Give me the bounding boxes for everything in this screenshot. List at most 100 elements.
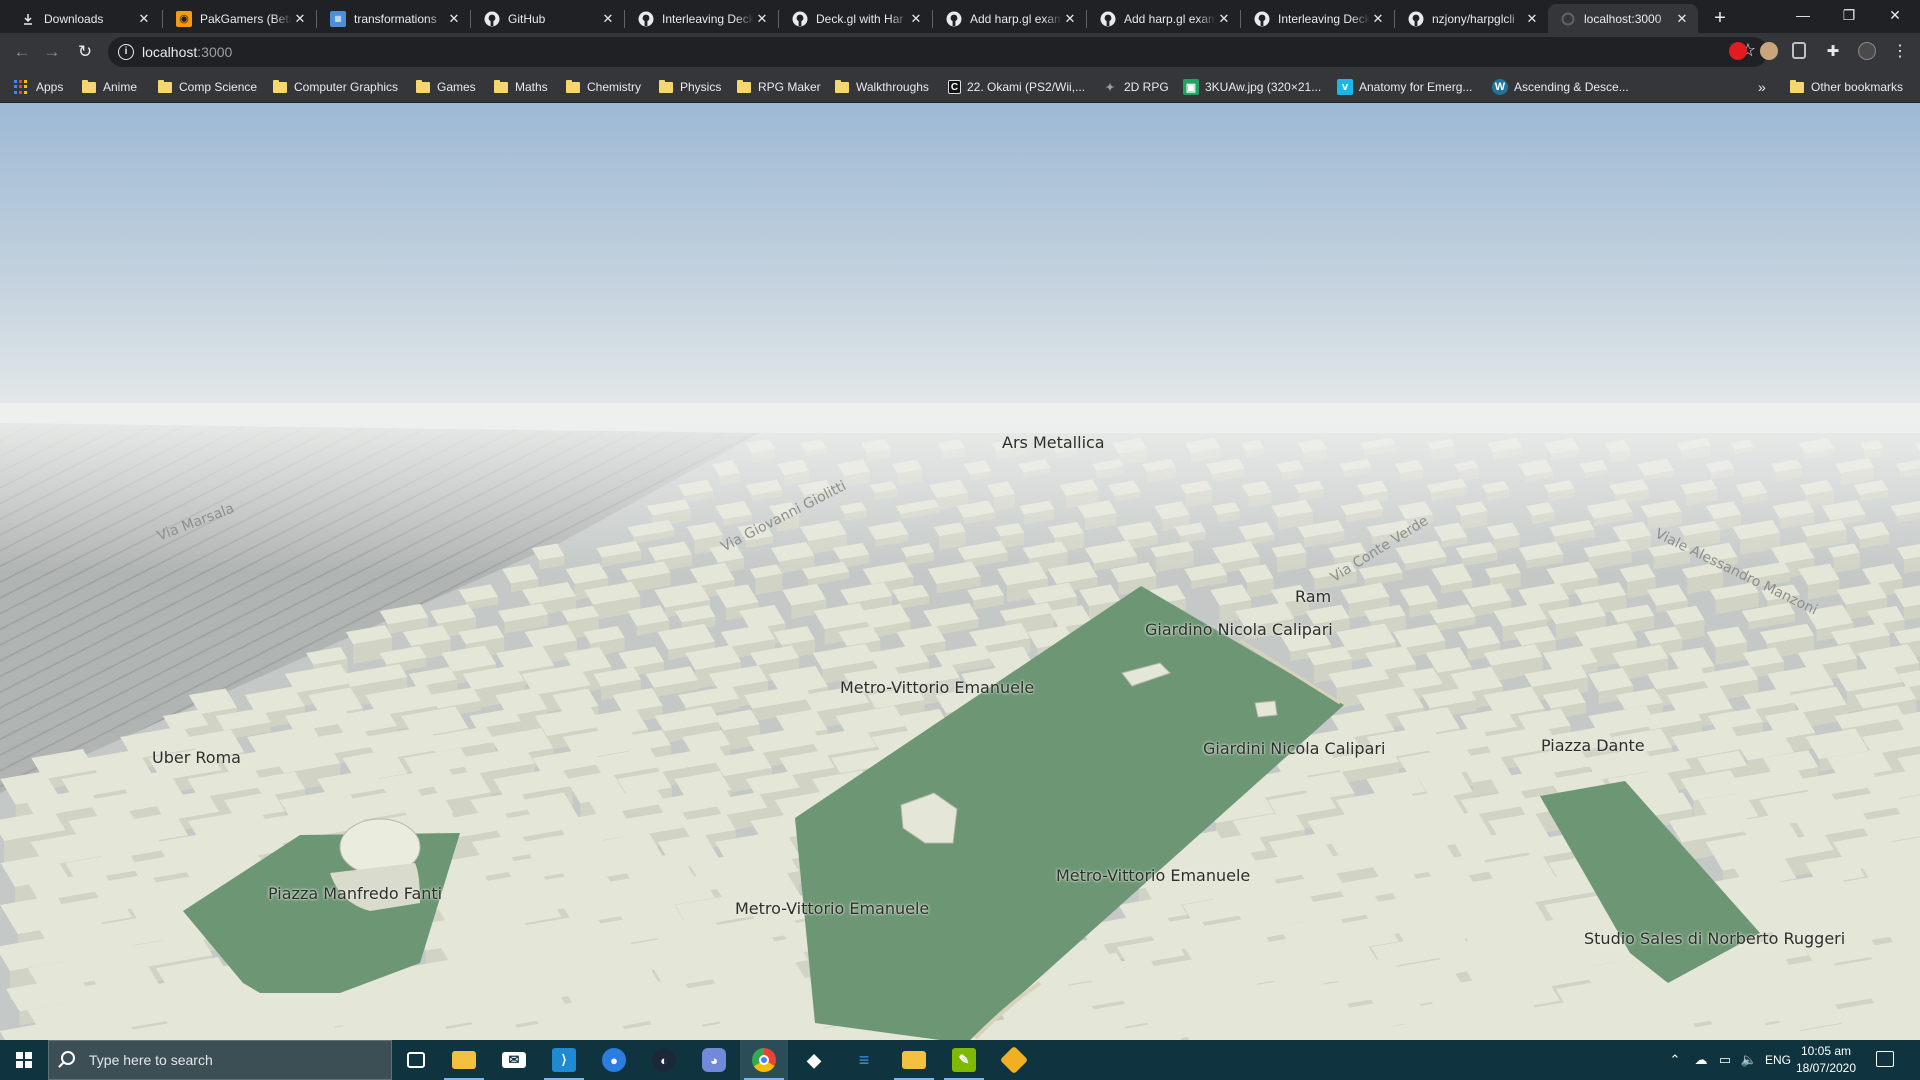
tab-title: Deck.gl with Har [816, 11, 904, 26]
poi-label-piazza-manfredo-fanti[interactable]: Piazza Manfredo Fanti [268, 884, 442, 903]
network-icon[interactable]: ▭ [1714, 1040, 1736, 1080]
file-explorer-icon[interactable] [440, 1040, 488, 1080]
bookmark-folder-rpg-maker[interactable]: RPG Maker [737, 76, 821, 98]
notepad-icon[interactable]: ✎ [940, 1040, 988, 1080]
bookmark-folder-computer-graphics[interactable]: Computer Graphics [273, 76, 398, 98]
steam-icon[interactable]: ◐ [640, 1040, 688, 1080]
close-tab-icon[interactable]: ✕ [1524, 11, 1540, 27]
poi-label-ram[interactable]: Ram [1295, 587, 1331, 606]
system-clock[interactable]: 10:05 am 18/07/2020 [1790, 1043, 1862, 1077]
bookmark-label: Maths [515, 80, 548, 94]
restore-button[interactable]: ❐ [1826, 0, 1872, 30]
poi-label-metro-vittorio-emanuele[interactable]: Metro-Vittorio Emanuele [735, 899, 929, 918]
vscode-icon[interactable]: ⟩ [540, 1040, 588, 1080]
close-tab-icon[interactable]: ✕ [136, 11, 152, 27]
discord-icon[interactable]: ◕ [690, 1040, 738, 1080]
bookmark-2d-rpg[interactable]: ✦ 2D RPG [1102, 76, 1168, 98]
bookmark-folder-comp-science[interactable]: Comp Science [158, 76, 257, 98]
site-info-icon[interactable]: i [118, 44, 134, 60]
tab-localhost[interactable]: localhost:3000 ✕ [1548, 4, 1698, 33]
tab-interleaving-deck[interactable]: Interleaving Deck ✕ [626, 4, 778, 33]
bookmark-folder-anime[interactable]: Anime [82, 76, 137, 98]
back-button[interactable]: ← [8, 38, 36, 66]
github-icon [1100, 11, 1116, 27]
adblock-extension-icon[interactable] [1729, 42, 1747, 60]
close-tab-icon[interactable]: ✕ [1674, 11, 1690, 27]
close-tab-icon[interactable]: ✕ [754, 11, 770, 27]
github-icon [946, 11, 962, 27]
clock-time: 10:05 am [1800, 1044, 1852, 1058]
taskbar-search-box[interactable]: Type here to search [48, 1040, 392, 1080]
download-icon [20, 11, 36, 27]
forward-button[interactable]: → [38, 38, 66, 66]
menu-kebab-icon[interactable]: ⋮ [1886, 38, 1914, 66]
github-icon [484, 11, 500, 27]
bookmark-ascending[interactable]: W Ascending & Desce... [1492, 76, 1629, 98]
maps-icon[interactable]: ● [590, 1040, 638, 1080]
new-tab-button[interactable]: + [1708, 6, 1732, 30]
onedrive-cloud-icon[interactable]: ☁ [1690, 1040, 1712, 1080]
poi-label-uber-roma[interactable]: Uber Roma [152, 748, 241, 767]
folder-icon[interactable] [890, 1040, 938, 1080]
tab-pakgamers[interactable]: ◉ PakGamers (Beta ✕ [164, 4, 316, 33]
poi-label-studio-sales[interactable]: Studio Sales di Norberto Ruggeri [1584, 929, 1845, 948]
bookmark-label: RPG Maker [758, 80, 821, 94]
bookmark-other-bookmarks[interactable]: Other bookmarks [1790, 76, 1903, 98]
tab-add-harpgl-2[interactable]: Add harp.gl exam ✕ [1088, 4, 1240, 33]
poi-label-piazza-dante[interactable]: Piazza Dante [1541, 736, 1645, 755]
minimize-button[interactable]: — [1780, 0, 1826, 30]
poi-label-metro-vittorio-emanuele[interactable]: Metro-Vittorio Emanuele [1056, 866, 1250, 885]
cookie-extension-icon[interactable] [1760, 42, 1778, 60]
tab-title: transformations [354, 11, 437, 26]
poi-label-giardino-nicola-calipari[interactable]: Giardino Nicola Calipari [1145, 620, 1333, 639]
bookmark-anatomy[interactable]: v Anatomy for Emerg... [1337, 76, 1472, 98]
gitkraken-icon[interactable]: ◆ [790, 1040, 838, 1080]
bookmark-3kuaw-jpg[interactable]: ▣ 3KUAw.jpg (320×21... [1183, 76, 1321, 98]
close-window-button[interactable]: ✕ [1872, 0, 1918, 30]
docs-icon: ▦ [330, 10, 346, 27]
vimeo-icon: v [1337, 79, 1353, 95]
close-tab-icon[interactable]: ✕ [1370, 11, 1386, 27]
tab-interleaving-deck-2[interactable]: Interleaving Deck ✕ [1242, 4, 1394, 33]
poi-label-ars-metallica[interactable]: Ars Metallica [1002, 433, 1105, 452]
chrome-icon[interactable] [740, 1040, 788, 1080]
close-tab-icon[interactable]: ✕ [292, 11, 308, 27]
bookmark-folder-walkthroughs[interactable]: Walkthroughs [835, 76, 929, 98]
poi-label-giardini-nicola-calipari[interactable]: Giardini Nicola Calipari [1203, 739, 1385, 758]
folder-icon [737, 79, 751, 93]
close-tab-icon[interactable]: ✕ [1062, 11, 1078, 27]
address-bar[interactable]: i localhost:3000 ☆ [108, 37, 1768, 67]
bookmarks-overflow-chevron[interactable]: » [1758, 76, 1766, 98]
azure-icon[interactable]: ≡ [840, 1040, 888, 1080]
poi-label-metro-vittorio-emanuele[interactable]: Metro-Vittorio Emanuele [840, 678, 1034, 697]
tray-chevron-up-icon[interactable]: ⌃ [1664, 1040, 1686, 1080]
tab-add-harpgl-1[interactable]: Add harp.gl exam ✕ [934, 4, 1086, 33]
shield-extension-icon[interactable] [1792, 42, 1806, 59]
close-tab-icon[interactable]: ✕ [446, 11, 462, 27]
map-canvas[interactable]: Via Marsala Via Giovanni Giolitti Via Co… [0, 103, 1920, 1040]
bookmark-apps[interactable]: Apps [14, 76, 63, 98]
wing-site-icon: ✦ [1105, 81, 1115, 94]
bookmark-folder-chemistry[interactable]: Chemistry [566, 76, 641, 98]
bookmark-folder-physics[interactable]: Physics [659, 76, 721, 98]
tab-downloads[interactable]: Downloads ✕ [8, 4, 160, 33]
profile-avatar[interactable] [1858, 42, 1876, 60]
mail-icon[interactable]: ✉ [490, 1040, 538, 1080]
volume-icon[interactable]: 🔈 [1738, 1040, 1760, 1080]
tab-deckgl-harp[interactable]: Deck.gl with Har ✕ [780, 4, 932, 33]
close-tab-icon[interactable]: ✕ [1216, 11, 1232, 27]
action-center-icon[interactable] [1876, 1051, 1894, 1067]
tab-nzjony-harpglcli[interactable]: nzjony/harpglcli ✕ [1396, 4, 1548, 33]
extensions-puzzle-icon[interactable]: ✚ [1819, 38, 1847, 66]
close-tab-icon[interactable]: ✕ [908, 11, 924, 27]
tab-github[interactable]: GitHub ✕ [472, 4, 624, 33]
start-button[interactable] [0, 1040, 48, 1080]
task-view-icon[interactable] [392, 1040, 440, 1080]
bookmark-okami[interactable]: C 22. Okami (PS2/Wii,... [948, 76, 1085, 98]
close-tab-icon[interactable]: ✕ [600, 11, 616, 27]
bookmark-folder-games[interactable]: Games [416, 76, 476, 98]
tab-transformations[interactable]: ▦ transformations ✕ [318, 4, 470, 33]
git-icon[interactable] [990, 1040, 1038, 1080]
reload-button[interactable]: ↻ [71, 38, 99, 66]
bookmark-folder-maths[interactable]: Maths [494, 76, 548, 98]
